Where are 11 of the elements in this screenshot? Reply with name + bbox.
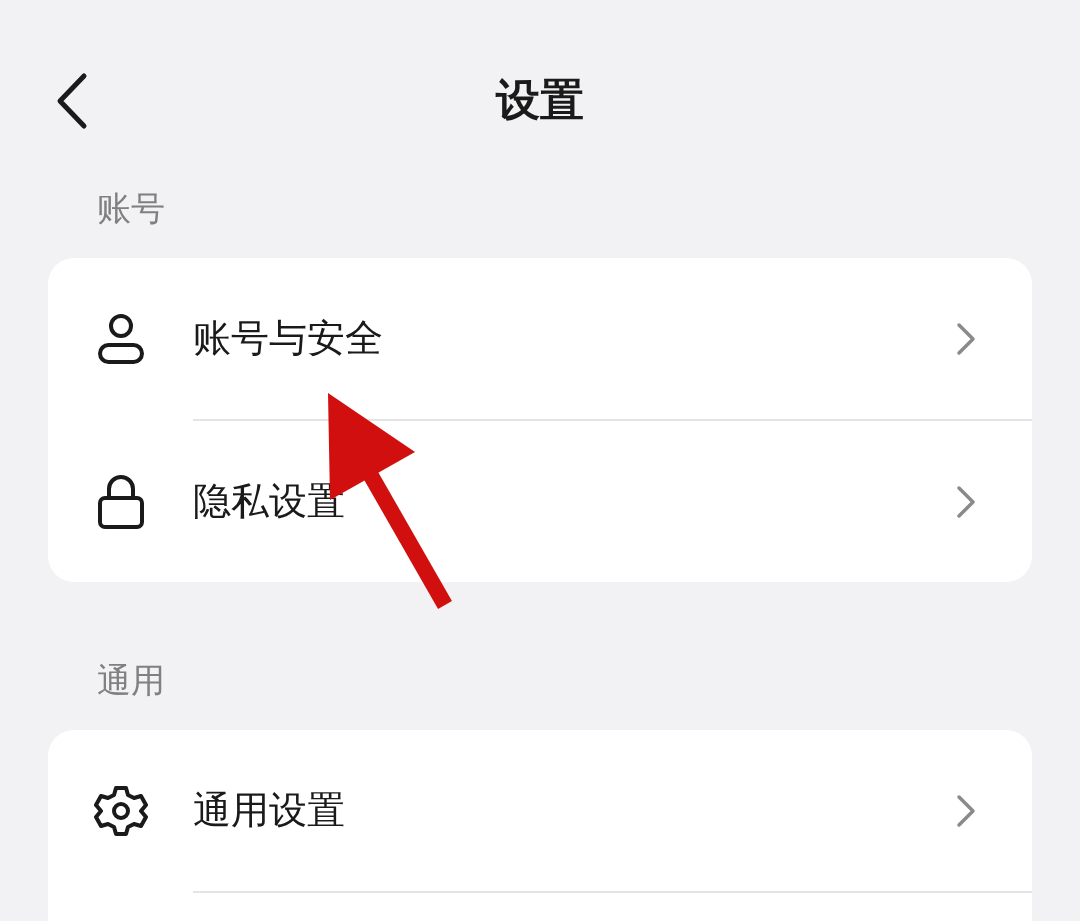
chevron-right-icon — [956, 484, 976, 519]
user-icon — [96, 312, 145, 365]
chevron-right-icon — [956, 321, 976, 356]
section-label: 通用 — [97, 660, 165, 700]
settings-row[interactable]: 账号与安全 — [48, 258, 1032, 419]
page-title: 设置 — [496, 73, 584, 127]
section-label: 账号 — [97, 188, 165, 228]
chevron-right-icon — [956, 793, 976, 828]
settings-icon — [93, 783, 148, 838]
lock-icon — [96, 473, 145, 530]
settings-row[interactable]: 通用设置 — [48, 730, 1032, 891]
